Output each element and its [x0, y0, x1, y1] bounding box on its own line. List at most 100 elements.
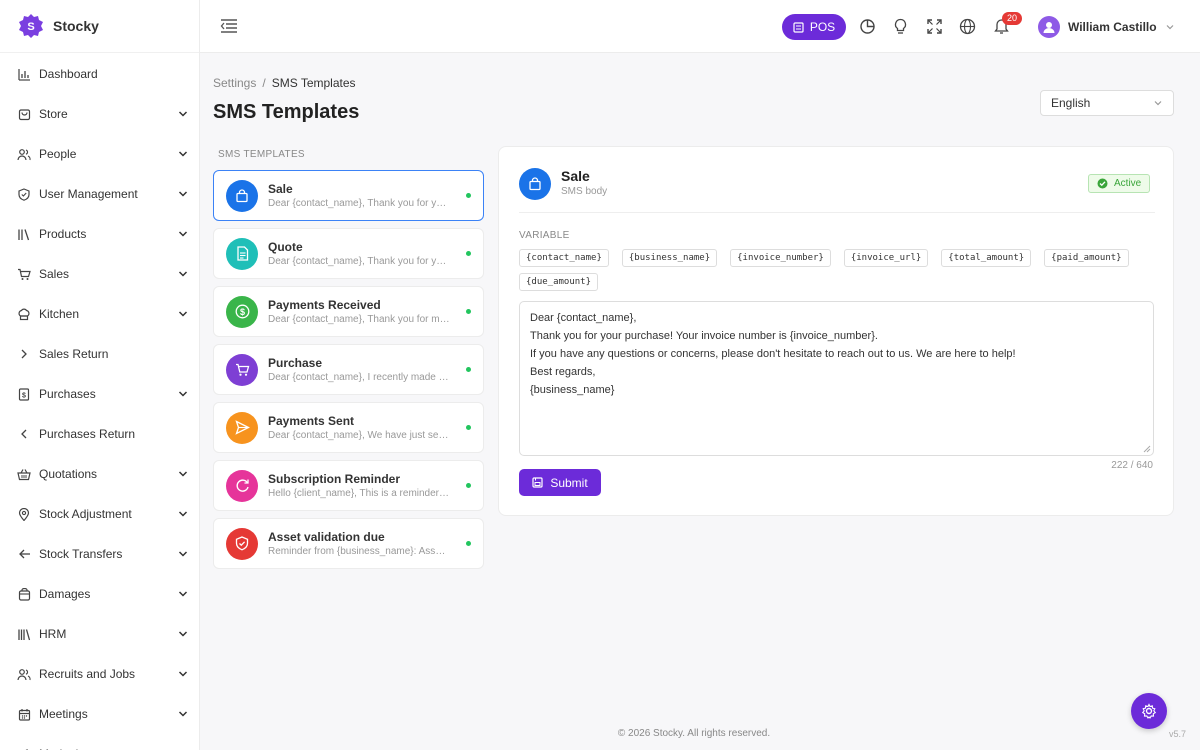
lightbulb-icon[interactable] — [891, 17, 909, 35]
variable-chip[interactable]: {invoice_number} — [730, 249, 831, 267]
sidebar-item-sales[interactable]: Sales — [0, 254, 199, 294]
chevron-down-icon — [178, 711, 188, 717]
template-text: Payments Received Dear {contact_name}, Th… — [268, 298, 450, 325]
svg-text:S: S — [27, 21, 34, 33]
shield-check-icon — [226, 527, 258, 560]
template-item-quote[interactable]: Quote Dear {contact_name}, Thank you for … — [213, 228, 484, 279]
template-snippet: Dear {contact_name}, I recently made a p… — [268, 372, 450, 383]
sidebar-item-label: Damages — [39, 587, 91, 601]
pie-chart-icon[interactable] — [858, 17, 876, 35]
template-item-asset-validation-due[interactable]: Asset validation due Reminder from {busin… — [213, 518, 484, 569]
status-label: Active — [1114, 178, 1142, 189]
sidebar-item-dashboard[interactable]: Dashboard — [0, 54, 199, 94]
template-name: Sale — [268, 182, 293, 196]
chef-hat-icon — [17, 307, 31, 321]
status-dot — [466, 193, 471, 198]
location-icon — [17, 507, 31, 521]
variable-chip[interactable]: {due_amount} — [519, 273, 599, 291]
sidebar-item-stock-transfers[interactable]: Stock Transfers — [0, 534, 199, 574]
sidebar-item-purchases-return[interactable]: Purchases Return — [0, 414, 199, 454]
chevron-down-icon — [178, 391, 188, 397]
user-menu[interactable]: William Castillo — [1038, 14, 1175, 40]
cart-icon — [17, 267, 31, 281]
sidebar-item-label: Store — [39, 107, 68, 121]
status-dot — [466, 309, 471, 314]
chevron-down-icon — [1166, 25, 1174, 30]
sidebar-item-meetings[interactable]: Meetings — [0, 694, 199, 734]
products-icon — [17, 227, 31, 241]
sms-body-line: If you have any questions or concerns, p… — [530, 348, 1016, 360]
sidebar-item-stock-adjustment[interactable]: Stock Adjustment — [0, 494, 199, 534]
shopping-bag-icon — [226, 179, 258, 212]
templates-heading: SMS TEMPLATES — [218, 149, 305, 160]
menu-toggle-icon[interactable] — [220, 18, 238, 34]
variable-chip[interactable]: {paid_amount} — [1044, 249, 1129, 267]
brand[interactable]: S Stocky — [0, 0, 199, 53]
template-list: Sale Dear {contact_name}, Thank you for y… — [213, 170, 484, 576]
document-icon — [226, 237, 258, 270]
variable-chip[interactable]: {contact_name} — [519, 249, 609, 267]
sidebar-item-label: Stock Transfers — [39, 547, 123, 561]
sidebar-item-hrm[interactable]: HRM — [0, 614, 199, 654]
template-name: Quote — [268, 240, 303, 254]
breadcrumb: Settings / SMS Templates — [213, 76, 356, 90]
chevron-down-icon — [178, 631, 188, 637]
people-icon — [17, 667, 31, 681]
template-item-subscription-reminder[interactable]: Subscription Reminder Hello {client_name}… — [213, 460, 484, 511]
sms-body-textarea[interactable]: Dear {contact_name}, Thank you for your p… — [519, 301, 1154, 456]
sidebar-item-label: Quotations — [39, 467, 98, 481]
sidebar-item-purchases[interactable]: $ Purchases — [0, 374, 199, 414]
sidebar-item-label: Purchases Return — [39, 427, 136, 441]
breadcrumb-parent[interactable]: Settings — [213, 76, 256, 90]
variable-chip[interactable]: {invoice_url} — [843, 249, 929, 267]
sidebar-item-kitchen[interactable]: Kitchen — [0, 294, 199, 334]
template-snippet: Reminder from {business_name}: Asset val… — [268, 546, 450, 557]
template-text: Payments Sent Dear {contact_name}, We hav… — [268, 414, 450, 441]
sidebar-item-label: Recruits and Jobs — [39, 667, 136, 681]
chevron-down-icon — [178, 311, 188, 317]
sidebar-item-recruits-and-jobs[interactable]: Recruits and Jobs — [0, 654, 199, 694]
sidebar-nav: Dashboard Store People User Management Produ… — [0, 53, 199, 750]
language-value: English — [1051, 96, 1091, 110]
status-dot — [466, 483, 471, 488]
globe-icon[interactable] — [958, 17, 976, 35]
fullscreen-icon[interactable] — [925, 17, 943, 35]
template-item-payments-sent[interactable]: Payments Sent Dear {contact_name}, We hav… — [213, 402, 484, 453]
chevron-down-icon — [178, 591, 188, 597]
variables-label: VARIABLE — [519, 230, 570, 241]
sidebar-item-people[interactable]: People — [0, 134, 199, 174]
chevron-down-icon — [178, 551, 188, 557]
sidebar-item-label: Sales Return — [39, 347, 109, 361]
sidebar-item-damages[interactable]: Damages — [0, 574, 199, 614]
chevron-down-icon — [178, 471, 188, 477]
sidebar-item-label: Dashboard — [39, 67, 98, 81]
sidebar-item-marketing[interactable]: Marketing — [0, 734, 199, 750]
sidebar-item-store[interactable]: Store — [0, 94, 199, 134]
send-icon — [226, 411, 258, 444]
sidebar-item-user-management[interactable]: User Management — [0, 174, 199, 214]
variable-chip[interactable]: {business_name} — [621, 249, 718, 267]
refresh-icon — [226, 469, 258, 502]
sidebar-item-sales-return[interactable]: Sales Return — [0, 334, 199, 374]
template-name: Purchase — [268, 356, 323, 370]
sidebar: S Stocky Dashboard Store People User Manage… — [0, 0, 200, 750]
sidebar-item-products[interactable]: Products — [0, 214, 199, 254]
template-item-sale[interactable]: Sale Dear {contact_name}, Thank you for y… — [213, 170, 484, 221]
chevron-down-icon — [178, 511, 188, 517]
sidebar-item-label: Meetings — [39, 707, 88, 721]
template-text: Asset validation due Reminder from {busin… — [268, 530, 450, 557]
shield-icon — [17, 187, 31, 201]
variable-chip[interactable]: {total_amount} — [941, 249, 1032, 267]
pos-button[interactable]: POS — [782, 14, 846, 40]
submit-button[interactable]: Submit — [519, 469, 601, 496]
chevron-left-icon — [17, 427, 31, 441]
chevron-down-icon — [178, 191, 188, 197]
settings-fab[interactable] — [1131, 693, 1167, 729]
resize-handle-icon[interactable] — [1143, 445, 1151, 453]
editor-title: Sale — [561, 168, 590, 184]
language-select[interactable]: English — [1040, 90, 1174, 116]
template-item-purchase[interactable]: Purchase Dear {contact_name}, I recently … — [213, 344, 484, 395]
check-circle-icon — [1097, 178, 1108, 189]
sidebar-item-quotations[interactable]: Quotations — [0, 454, 199, 494]
template-item-payments-received[interactable]: $ Payments Received Dear {contact_name}, T… — [213, 286, 484, 337]
